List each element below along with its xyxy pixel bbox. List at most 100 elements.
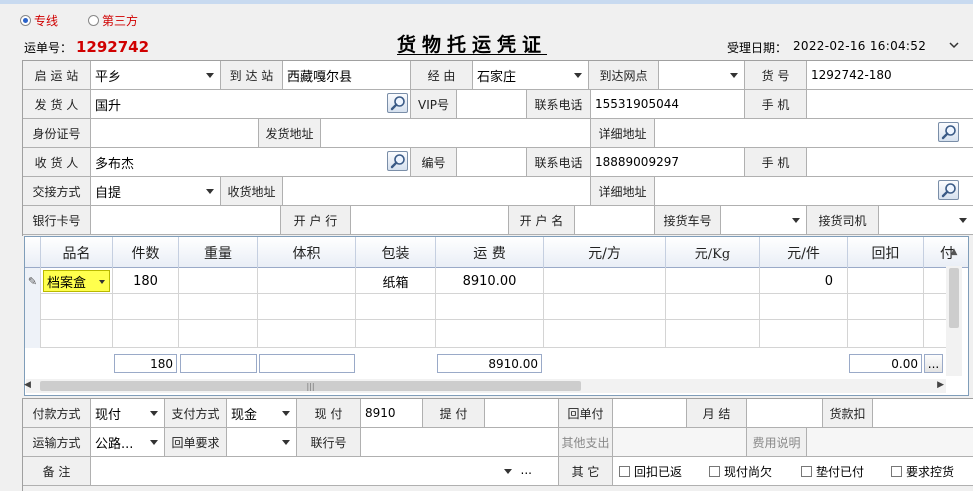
vertical-scrollbar[interactable]	[946, 266, 962, 376]
radio-third-party[interactable]: 第三方	[88, 12, 138, 29]
code-input[interactable]	[457, 148, 527, 177]
bank-card-label: 银行卡号	[23, 206, 91, 235]
phone2-input[interactable]: 18889009297	[591, 148, 745, 177]
via-select[interactable]: 石家庄	[473, 61, 589, 90]
column-header[interactable]: 包装	[356, 237, 436, 268]
dest-outlet-select[interactable]	[659, 61, 745, 90]
cell-weight[interactable]	[179, 268, 258, 294]
cell-per-cubic[interactable]	[544, 268, 666, 294]
ship-addr-input[interactable]	[321, 119, 591, 148]
return-pay-input[interactable]	[613, 399, 687, 428]
shipper-input[interactable]: 国升	[91, 90, 411, 119]
pickup-car-select[interactable]	[721, 206, 807, 235]
dropdown-arrow-icon	[959, 218, 967, 223]
column-header[interactable]: 品名	[41, 237, 113, 268]
cell-count[interactable]: 180	[113, 268, 179, 294]
account-name-input[interactable]	[575, 206, 655, 235]
consignee-input[interactable]: 多布杰	[91, 148, 411, 177]
bank-no-input[interactable]	[361, 428, 559, 457]
scroll-right-arrow-icon[interactable]: ▶	[937, 380, 944, 390]
table-row[interactable]	[25, 294, 947, 320]
checkbox-require-control[interactable]: 要求控货	[891, 463, 954, 480]
scroll-up-arrow-icon[interactable]: ▲	[946, 243, 962, 261]
search-button[interactable]	[387, 151, 408, 171]
cell-rebate[interactable]	[848, 268, 924, 294]
waybill-label: 运单号：	[24, 41, 73, 55]
search-button[interactable]	[938, 122, 959, 142]
total-count: 180	[114, 354, 177, 373]
mobile2-input[interactable]	[807, 148, 973, 177]
search-button[interactable]	[938, 180, 959, 200]
dropdown-arrow-icon[interactable]	[504, 469, 512, 474]
more-button[interactable]: ...	[924, 354, 943, 373]
column-header[interactable]: 体积	[258, 237, 356, 268]
deduct-input[interactable]	[873, 399, 973, 428]
search-button[interactable]	[387, 93, 408, 113]
chevron-down-icon[interactable]	[949, 39, 959, 49]
pay-method-select[interactable]: 现付	[91, 399, 165, 428]
empty-cell	[848, 294, 924, 320]
remark-more-button[interactable]: ...	[521, 463, 532, 477]
column-header[interactable]: 元/件	[760, 237, 848, 268]
phone1-label: 联系电话	[527, 90, 591, 119]
table-row[interactable]	[25, 320, 947, 348]
checkbox-rebate-returned[interactable]: 回扣已返	[619, 463, 682, 480]
dest-station-input[interactable]: 西藏嘎尔县	[283, 61, 411, 90]
consignee-label: 收 货 人	[23, 148, 91, 177]
column-header[interactable]: 件数	[113, 237, 179, 268]
transport-select[interactable]: 公路...	[91, 428, 165, 457]
pickup-pay-input[interactable]	[485, 399, 559, 428]
cargo-no-input[interactable]: 1292742-180	[807, 61, 973, 90]
vip-input[interactable]	[457, 90, 527, 119]
id-input[interactable]	[91, 119, 259, 148]
pickup-driver-select[interactable]	[879, 206, 973, 235]
dropdown-arrow-icon	[792, 218, 800, 223]
account-name-label: 开 户 名	[509, 206, 575, 235]
cell-per-piece[interactable]: 0	[760, 268, 848, 294]
monthly-input[interactable]	[747, 399, 823, 428]
empty-cell	[848, 320, 924, 348]
column-header[interactable]: 重量	[179, 237, 258, 268]
column-header[interactable]: 元/方	[544, 237, 666, 268]
phone1-input[interactable]: 15531905044	[591, 90, 745, 119]
empty-cell	[760, 320, 848, 348]
edit-row-icon: ✎	[25, 268, 41, 294]
start-station-select[interactable]: 平乡	[91, 61, 221, 90]
detail-addr2-input[interactable]	[655, 177, 973, 206]
scroll-thumb[interactable]: |||	[40, 381, 581, 391]
cell-product-select[interactable]: 档案盒	[41, 268, 113, 294]
scroll-left-arrow-icon[interactable]: ◀	[24, 380, 31, 390]
pay-type-select[interactable]: 现金	[227, 399, 297, 428]
column-header[interactable]: 元/Kg	[666, 237, 760, 268]
mobile1-input[interactable]	[807, 90, 973, 119]
remark-input[interactable]: ...	[91, 457, 559, 486]
product-combo[interactable]: 档案盒	[43, 270, 110, 292]
checkbox-cash-owed[interactable]: 现付尚欠	[709, 463, 772, 480]
dropdown-arrow-icon	[574, 73, 582, 78]
column-header[interactable]: 回扣	[848, 237, 924, 268]
bank-input[interactable]	[351, 206, 509, 235]
cell-freight[interactable]: 8910.00	[436, 268, 544, 294]
table-row[interactable]: ✎ 档案盒 180 纸箱 8910.00 0	[25, 268, 947, 294]
handover-select[interactable]: 自提	[91, 177, 221, 206]
receipt-req-label: 回单要求	[165, 428, 227, 457]
empty-cell	[436, 294, 544, 320]
checkbox-advance-paid[interactable]: 垫付已付	[801, 463, 864, 480]
cell-per-kg[interactable]	[666, 268, 760, 294]
horizontal-scrollbar[interactable]: ◀ ||| ▶	[24, 379, 946, 393]
radio-dedicated-line[interactable]: 专线	[20, 12, 58, 29]
cell-pay[interactable]	[924, 268, 947, 294]
bank-card-input[interactable]	[91, 206, 281, 235]
recv-addr-input[interactable]	[283, 177, 591, 206]
scroll-thumb[interactable]	[949, 268, 959, 328]
column-header[interactable]: 运 费	[436, 237, 544, 268]
return-pay-label: 回单付	[559, 399, 613, 428]
detail-addr1-input[interactable]	[655, 119, 973, 148]
receipt-req-select[interactable]	[227, 428, 297, 457]
cell-volume[interactable]	[258, 268, 356, 294]
cash-pay-input[interactable]: 8910	[361, 399, 423, 428]
waybill-number: 1292742	[76, 38, 150, 56]
page-title: 货物托运凭证	[397, 34, 548, 56]
recv-addr-label: 收货地址	[221, 177, 283, 206]
cell-package[interactable]: 纸箱	[356, 268, 436, 294]
